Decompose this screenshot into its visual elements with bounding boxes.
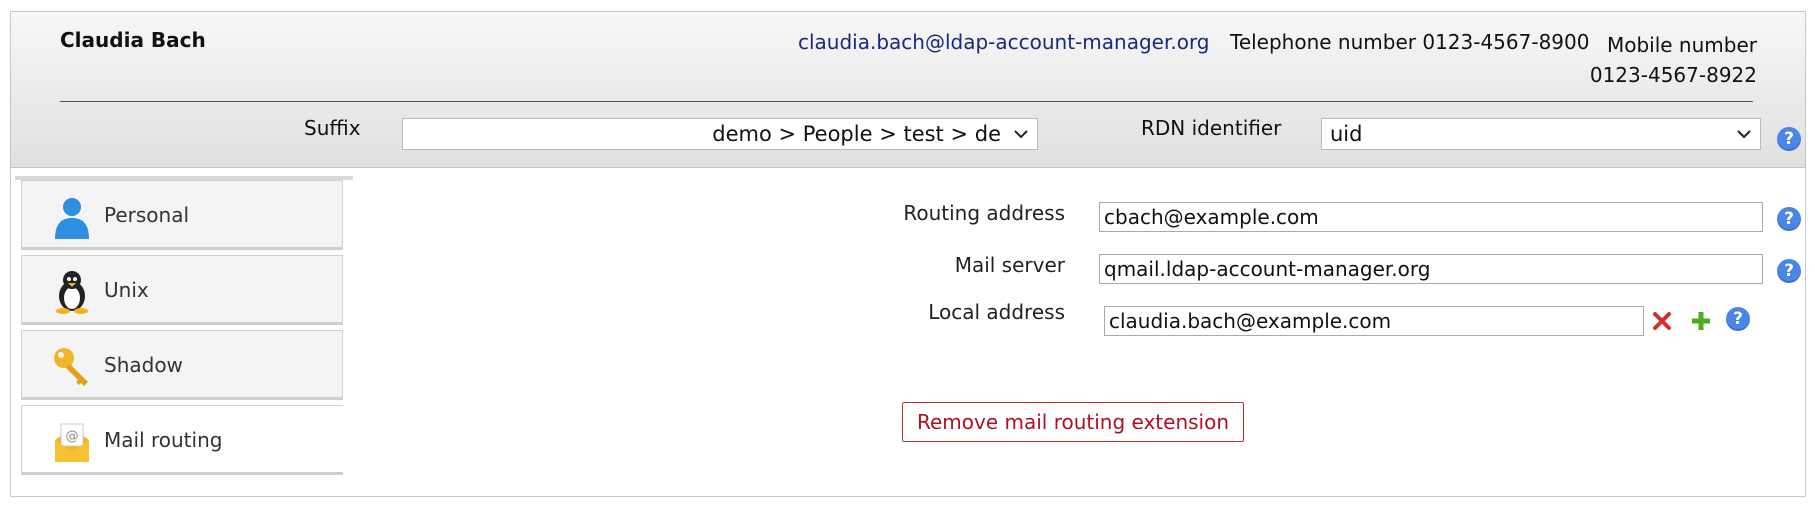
account-editor-frame: Claudia Bach claudia.bach@ldap-account-m… bbox=[10, 11, 1806, 497]
user-email-link[interactable]: claudia.bach@ldap-account-manager.org bbox=[798, 30, 1210, 54]
mail-envelope-icon: @ bbox=[55, 423, 89, 462]
module-tabs: Personal Unix Shadow @ Mail routing bbox=[15, 176, 353, 491]
add-icon[interactable] bbox=[1690, 310, 1712, 332]
tab-personal-label: Personal bbox=[104, 203, 190, 227]
routing-address-help-icon[interactable]: ? bbox=[1777, 207, 1801, 231]
remove-mail-routing-button[interactable]: Remove mail routing extension bbox=[902, 402, 1244, 442]
penguin-icon bbox=[56, 271, 88, 314]
local-address-label: Local address bbox=[928, 300, 1065, 324]
rdn-identifier-select[interactable]: uid bbox=[1321, 118, 1761, 150]
rdn-select-value: uid bbox=[1330, 122, 1363, 146]
chevron-down-icon bbox=[1737, 130, 1751, 139]
local-address-input[interactable] bbox=[1104, 306, 1644, 336]
svg-text:@: @ bbox=[66, 429, 79, 444]
tab-unix[interactable]: Unix bbox=[21, 255, 343, 325]
key-icon bbox=[54, 348, 88, 386]
tab-mail-routing-label: Mail routing bbox=[104, 428, 223, 452]
suffix-select[interactable]: demo > People > test > de bbox=[402, 118, 1038, 150]
mobile-number: Mobile number 0123-4567-8922 bbox=[1589, 33, 1757, 87]
header-divider bbox=[60, 101, 1753, 102]
rdn-identifier-label: RDN identifier bbox=[1141, 116, 1282, 140]
mail-server-label: Mail server bbox=[954, 253, 1065, 277]
tab-unix-label: Unix bbox=[104, 278, 149, 302]
suffix-label: Suffix bbox=[304, 116, 361, 140]
chevron-down-icon bbox=[1014, 130, 1028, 139]
routing-address-input[interactable] bbox=[1099, 202, 1763, 232]
local-address-help-icon[interactable]: ? bbox=[1726, 307, 1750, 331]
tab-shadow[interactable]: Shadow bbox=[21, 330, 343, 400]
tab-mail-routing[interactable]: @ Mail routing bbox=[21, 405, 343, 475]
telephone-number: Telephone number 0123-4567-8900 bbox=[1230, 30, 1590, 54]
person-icon bbox=[55, 198, 89, 239]
user-display-name: Claudia Bach bbox=[60, 28, 206, 52]
rdn-help-icon[interactable]: ? bbox=[1777, 127, 1801, 151]
tab-personal[interactable]: Personal bbox=[21, 180, 343, 250]
delete-icon[interactable] bbox=[1652, 311, 1672, 331]
routing-address-label: Routing address bbox=[903, 201, 1065, 225]
suffix-select-value: demo > People > test > de bbox=[712, 122, 1001, 146]
mail-server-help-icon[interactable]: ? bbox=[1777, 259, 1801, 283]
mail-server-input[interactable] bbox=[1099, 254, 1763, 284]
tab-shadow-label: Shadow bbox=[104, 353, 183, 377]
account-header: Claudia Bach claudia.bach@ldap-account-m… bbox=[11, 12, 1805, 168]
